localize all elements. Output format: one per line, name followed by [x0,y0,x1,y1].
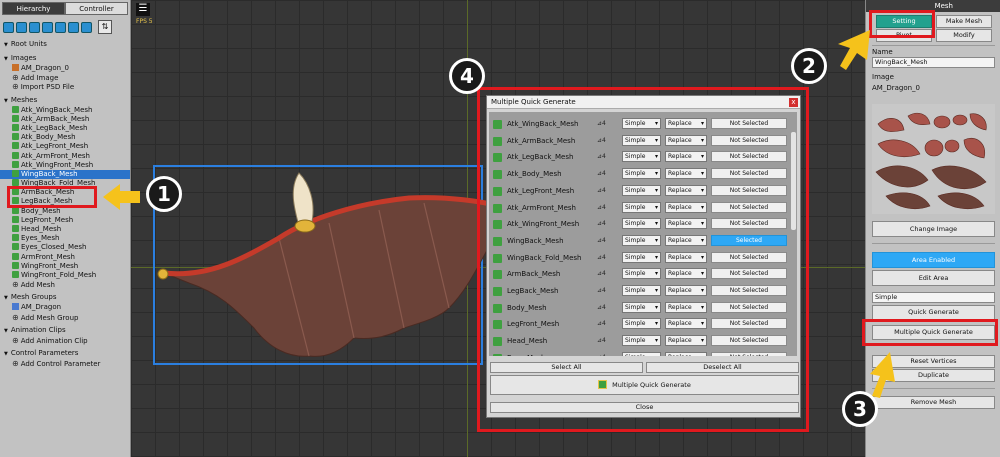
callout-3: 3 [842,391,878,427]
callout-4: 4 [449,58,485,94]
callout-2: 2 [791,48,827,84]
callout-arrows [103,30,895,398]
callout-1: 1 [146,176,182,212]
